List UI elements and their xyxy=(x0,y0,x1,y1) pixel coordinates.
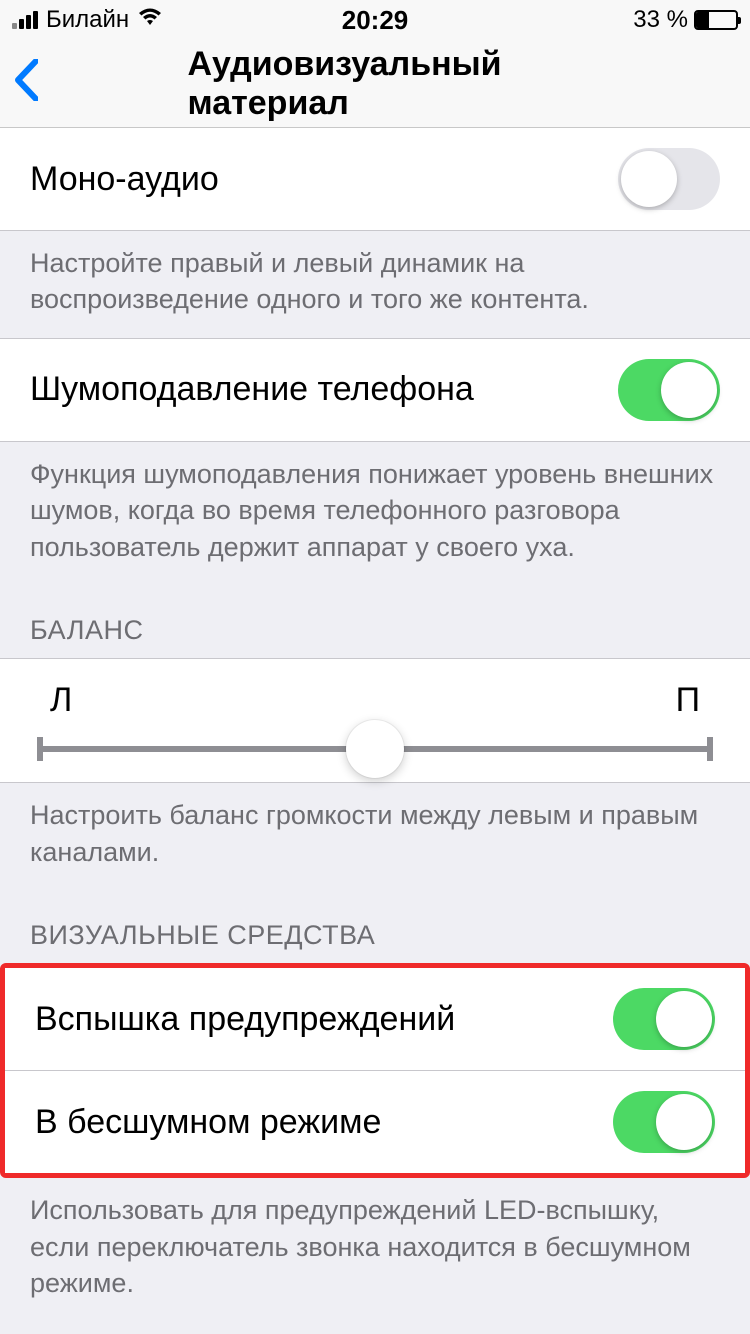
noise-cancel-footer: Функция шумоподавления понижает уровень … xyxy=(0,442,750,585)
flash-alerts-row[interactable]: Вспышка предупреждений xyxy=(5,968,745,1071)
status-left: Билайн xyxy=(12,6,163,34)
balance-right-label: П xyxy=(676,681,700,720)
status-bar: Билайн 20:29 33 % xyxy=(0,0,750,40)
clock: 20:29 xyxy=(342,5,409,36)
battery-percent: 33 % xyxy=(633,6,688,34)
flash-silent-label: В бесшумном режиме xyxy=(35,1103,381,1142)
status-right: 33 % xyxy=(633,6,738,34)
noise-cancel-toggle[interactable] xyxy=(618,359,720,421)
flash-alerts-label: Вспышка предупреждений xyxy=(35,1000,455,1039)
battery-icon xyxy=(694,10,738,30)
signal-icon xyxy=(12,11,38,29)
carrier-label: Билайн xyxy=(46,6,129,34)
flash-silent-row[interactable]: В бесшумном режиме xyxy=(5,1071,745,1173)
noise-cancel-row[interactable]: Шумоподавление телефона xyxy=(0,338,750,442)
flash-silent-toggle[interactable] xyxy=(613,1091,715,1153)
balance-slider[interactable] xyxy=(40,746,710,752)
flash-alerts-toggle[interactable] xyxy=(613,988,715,1050)
mono-audio-toggle[interactable] xyxy=(618,148,720,210)
highlight-annotation: Вспышка предупреждений В бесшумном режим… xyxy=(0,963,750,1178)
page-title: Аудиовизуальный материал xyxy=(188,45,563,123)
visual-section-header: ВИЗУАЛЬНЫЕ СРЕДСТВА xyxy=(0,890,750,963)
visual-footer: Использовать для предупреждений LED-вспы… xyxy=(0,1178,750,1321)
back-button[interactable] xyxy=(0,54,38,114)
balance-left-label: Л xyxy=(50,681,72,720)
nav-header: Аудиовизуальный материал xyxy=(0,40,750,128)
balance-section-header: БАЛАНС xyxy=(0,585,750,658)
mono-audio-footer: Настройте правый и левый динамик на восп… xyxy=(0,231,750,338)
noise-cancel-label: Шумоподавление телефона xyxy=(30,370,474,409)
mono-audio-row[interactable]: Моно-аудио xyxy=(0,128,750,231)
balance-footer: Настроить баланс громкости между левым и… xyxy=(0,783,750,890)
mono-audio-label: Моно-аудио xyxy=(30,160,219,199)
wifi-icon xyxy=(137,7,163,33)
balance-slider-thumb[interactable] xyxy=(346,720,404,778)
balance-row: Л П xyxy=(0,658,750,783)
